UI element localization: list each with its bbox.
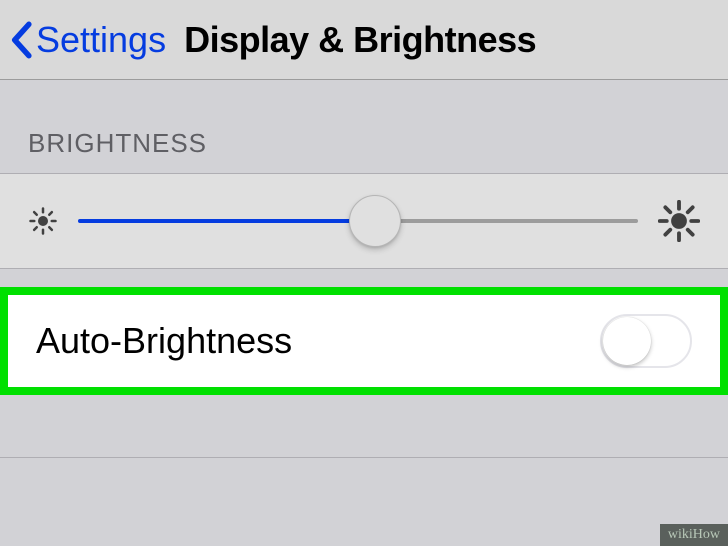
auto-brightness-toggle[interactable] [600, 314, 692, 368]
divider [0, 457, 728, 458]
section-header-brightness: BRIGHTNESS [0, 80, 728, 173]
navbar: Settings Display & Brightness [0, 0, 728, 80]
spacer [0, 395, 728, 457]
sun-large-icon [658, 200, 700, 242]
auto-brightness-cell: Auto-Brightness [8, 295, 720, 387]
auto-brightness-label: Auto-Brightness [36, 320, 292, 362]
brightness-slider-cell [0, 173, 728, 269]
back-button[interactable]: Settings [36, 19, 166, 61]
back-chevron-icon[interactable] [10, 21, 32, 59]
brightness-slider[interactable] [78, 196, 638, 246]
highlight-box: Auto-Brightness [0, 287, 728, 395]
page-title: Display & Brightness [184, 19, 536, 61]
toggle-knob [603, 317, 651, 365]
sun-small-icon [28, 206, 58, 236]
slider-thumb[interactable] [349, 195, 401, 247]
watermark: wikiHow [660, 524, 728, 546]
